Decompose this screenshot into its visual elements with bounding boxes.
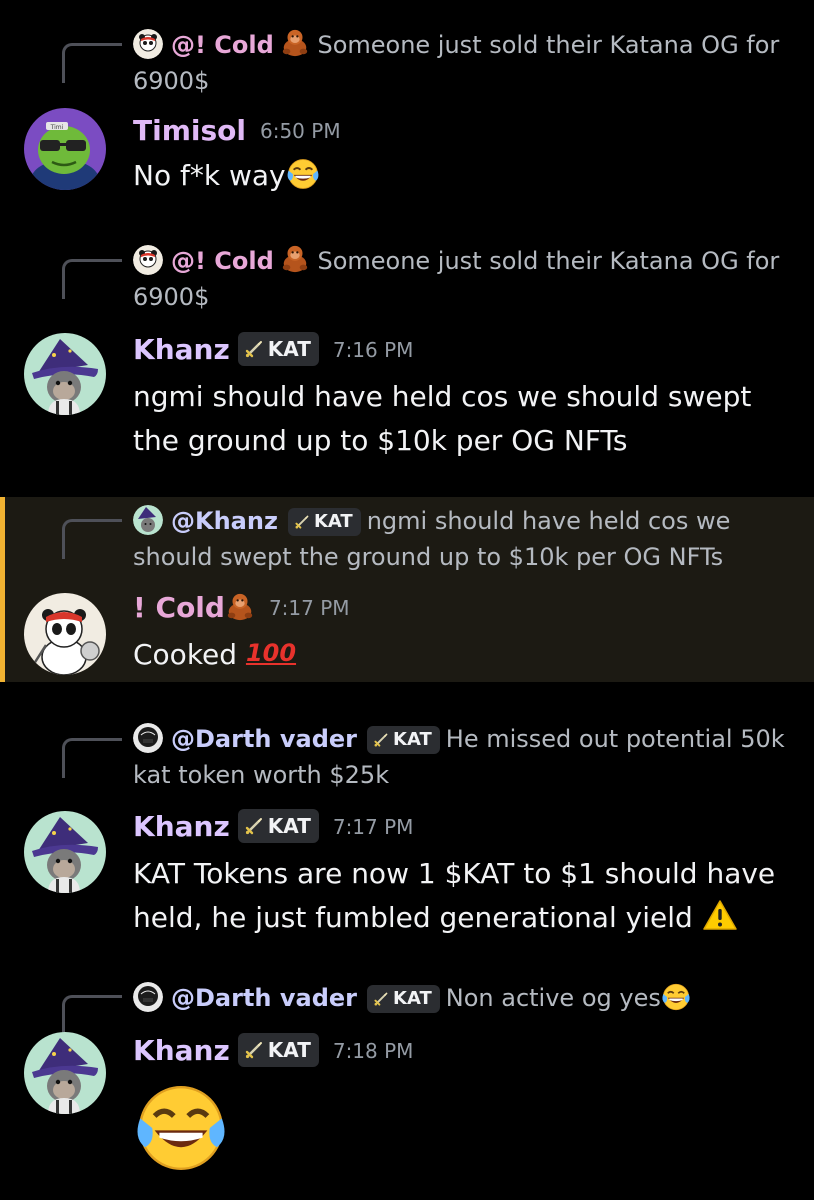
cold-mini-avatar-icon	[133, 245, 163, 275]
reply-preview[interactable]: @! Cold Someone just sold their Katana O…	[133, 243, 793, 315]
laughing-emoji-icon	[286, 157, 320, 191]
hundred-points-emoji-icon: 100	[245, 639, 297, 667]
reply-connector	[62, 995, 122, 1035]
reply-connector	[62, 738, 122, 778]
reply-connector	[62, 259, 122, 299]
message-content: KAT Tokens are now 1 $KAT to $1 should h…	[133, 852, 793, 944]
message-content: Cooked 100	[133, 634, 793, 674]
message-khanz-1: @! Cold Someone just sold their Katana O…	[0, 230, 814, 490]
message-header: Khanz KAT 7:17 PM	[133, 809, 413, 845]
reply-author[interactable]: @Khanz	[171, 507, 278, 535]
avatar[interactable]	[24, 333, 106, 415]
cold-mini-avatar-icon	[133, 29, 163, 59]
reply-preview[interactable]: @! Cold Someone just sold their Katana O…	[133, 27, 793, 99]
role-tag[interactable]: KAT	[237, 809, 319, 843]
darth-vader-mini-avatar-icon	[133, 982, 163, 1012]
message-content	[133, 1080, 793, 1186]
message-khanz-2: @Darth vader KAT He missed out potential 5…	[0, 700, 814, 960]
khanz-mini-avatar-icon	[133, 505, 163, 535]
katana-icon	[294, 514, 310, 530]
warning-emoji-icon	[702, 899, 738, 944]
avatar[interactable]	[24, 108, 106, 190]
reply-preview[interactable]: @Darth vader KAT Non active og yes	[133, 980, 793, 1016]
author-name[interactable]: Khanz	[133, 1034, 230, 1067]
reply-author[interactable]: @! Cold	[171, 247, 274, 275]
darth-vader-mini-avatar-icon	[133, 723, 163, 753]
orangutan-emoji-icon	[280, 27, 310, 57]
message-cold-highlighted: @Khanz KAT ngmi should have held cos we sh…	[0, 497, 814, 682]
message-text: No f*k way	[133, 159, 286, 192]
message-khanz-3: @Darth vader KAT Non active og yes Khanz KA…	[0, 960, 814, 1200]
reply-connector	[62, 43, 122, 83]
katana-icon	[373, 991, 389, 1007]
timestamp: 7:17 PM	[268, 596, 350, 620]
katana-icon	[244, 1040, 264, 1060]
role-tag[interactable]: KAT	[367, 726, 440, 754]
laughing-jumbo-emoji-icon	[133, 1080, 229, 1176]
role-tag[interactable]: KAT	[367, 985, 440, 1013]
wizard-ape-avatar-icon	[24, 1032, 106, 1114]
reply-author[interactable]: @! Cold	[171, 31, 274, 59]
timestamp: 7:17 PM	[332, 815, 414, 839]
green-frog-avatar-icon	[24, 108, 106, 190]
avatar[interactable]	[24, 593, 106, 675]
wizard-ape-avatar-icon	[24, 811, 106, 893]
message-content: No f*k way	[133, 157, 793, 195]
author-name[interactable]: Timisol	[133, 114, 246, 147]
orangutan-emoji-icon	[280, 243, 310, 273]
panda-warrior-avatar-icon	[24, 593, 106, 675]
message-header: Timisol 6:50 PM	[133, 113, 341, 149]
role-tag[interactable]: KAT	[237, 1033, 319, 1067]
message-text: KAT Tokens are now 1 $KAT to $1 should h…	[133, 857, 776, 934]
reply-text: Non active og yes	[445, 984, 661, 1012]
timestamp: 6:50 PM	[259, 119, 341, 143]
author-name[interactable]: Khanz	[133, 333, 230, 366]
message-header: Khanz KAT 7:18 PM	[133, 1033, 413, 1069]
avatar[interactable]	[24, 811, 106, 893]
message-text: ngmi should have held cos we should swep…	[133, 380, 752, 457]
message-text: Cooked	[133, 638, 238, 671]
orangutan-emoji-icon	[225, 591, 255, 621]
author-name[interactable]: Khanz	[133, 810, 230, 843]
reply-author[interactable]: @Darth vader	[171, 984, 357, 1012]
message-timisol: @! Cold Someone just sold their Katana O…	[0, 0, 814, 230]
message-header: Khanz KAT 7:16 PM	[133, 332, 413, 368]
reply-preview[interactable]: @Khanz KAT ngmi should have held cos we sh…	[133, 503, 793, 575]
katana-icon	[244, 816, 264, 836]
message-header: ! Cold 7:17 PM	[133, 590, 350, 626]
timestamp: 7:18 PM	[332, 1039, 414, 1063]
message-content: ngmi should have held cos we should swep…	[133, 375, 793, 463]
avatar[interactable]	[24, 1032, 106, 1114]
author-name[interactable]: ! Cold	[133, 591, 225, 624]
role-tag[interactable]: KAT	[287, 508, 361, 536]
wizard-ape-avatar-icon	[24, 333, 106, 415]
timestamp: 7:16 PM	[332, 338, 414, 362]
katana-icon	[244, 339, 264, 359]
reply-preview[interactable]: @Darth vader KAT He missed out potential 5…	[133, 721, 793, 793]
reply-author[interactable]: @Darth vader	[171, 725, 357, 753]
laughing-emoji-icon	[661, 982, 691, 1012]
katana-icon	[373, 732, 389, 748]
role-tag[interactable]: KAT	[237, 332, 319, 366]
mention-highlight-bar	[0, 497, 5, 682]
reply-connector	[62, 519, 122, 559]
